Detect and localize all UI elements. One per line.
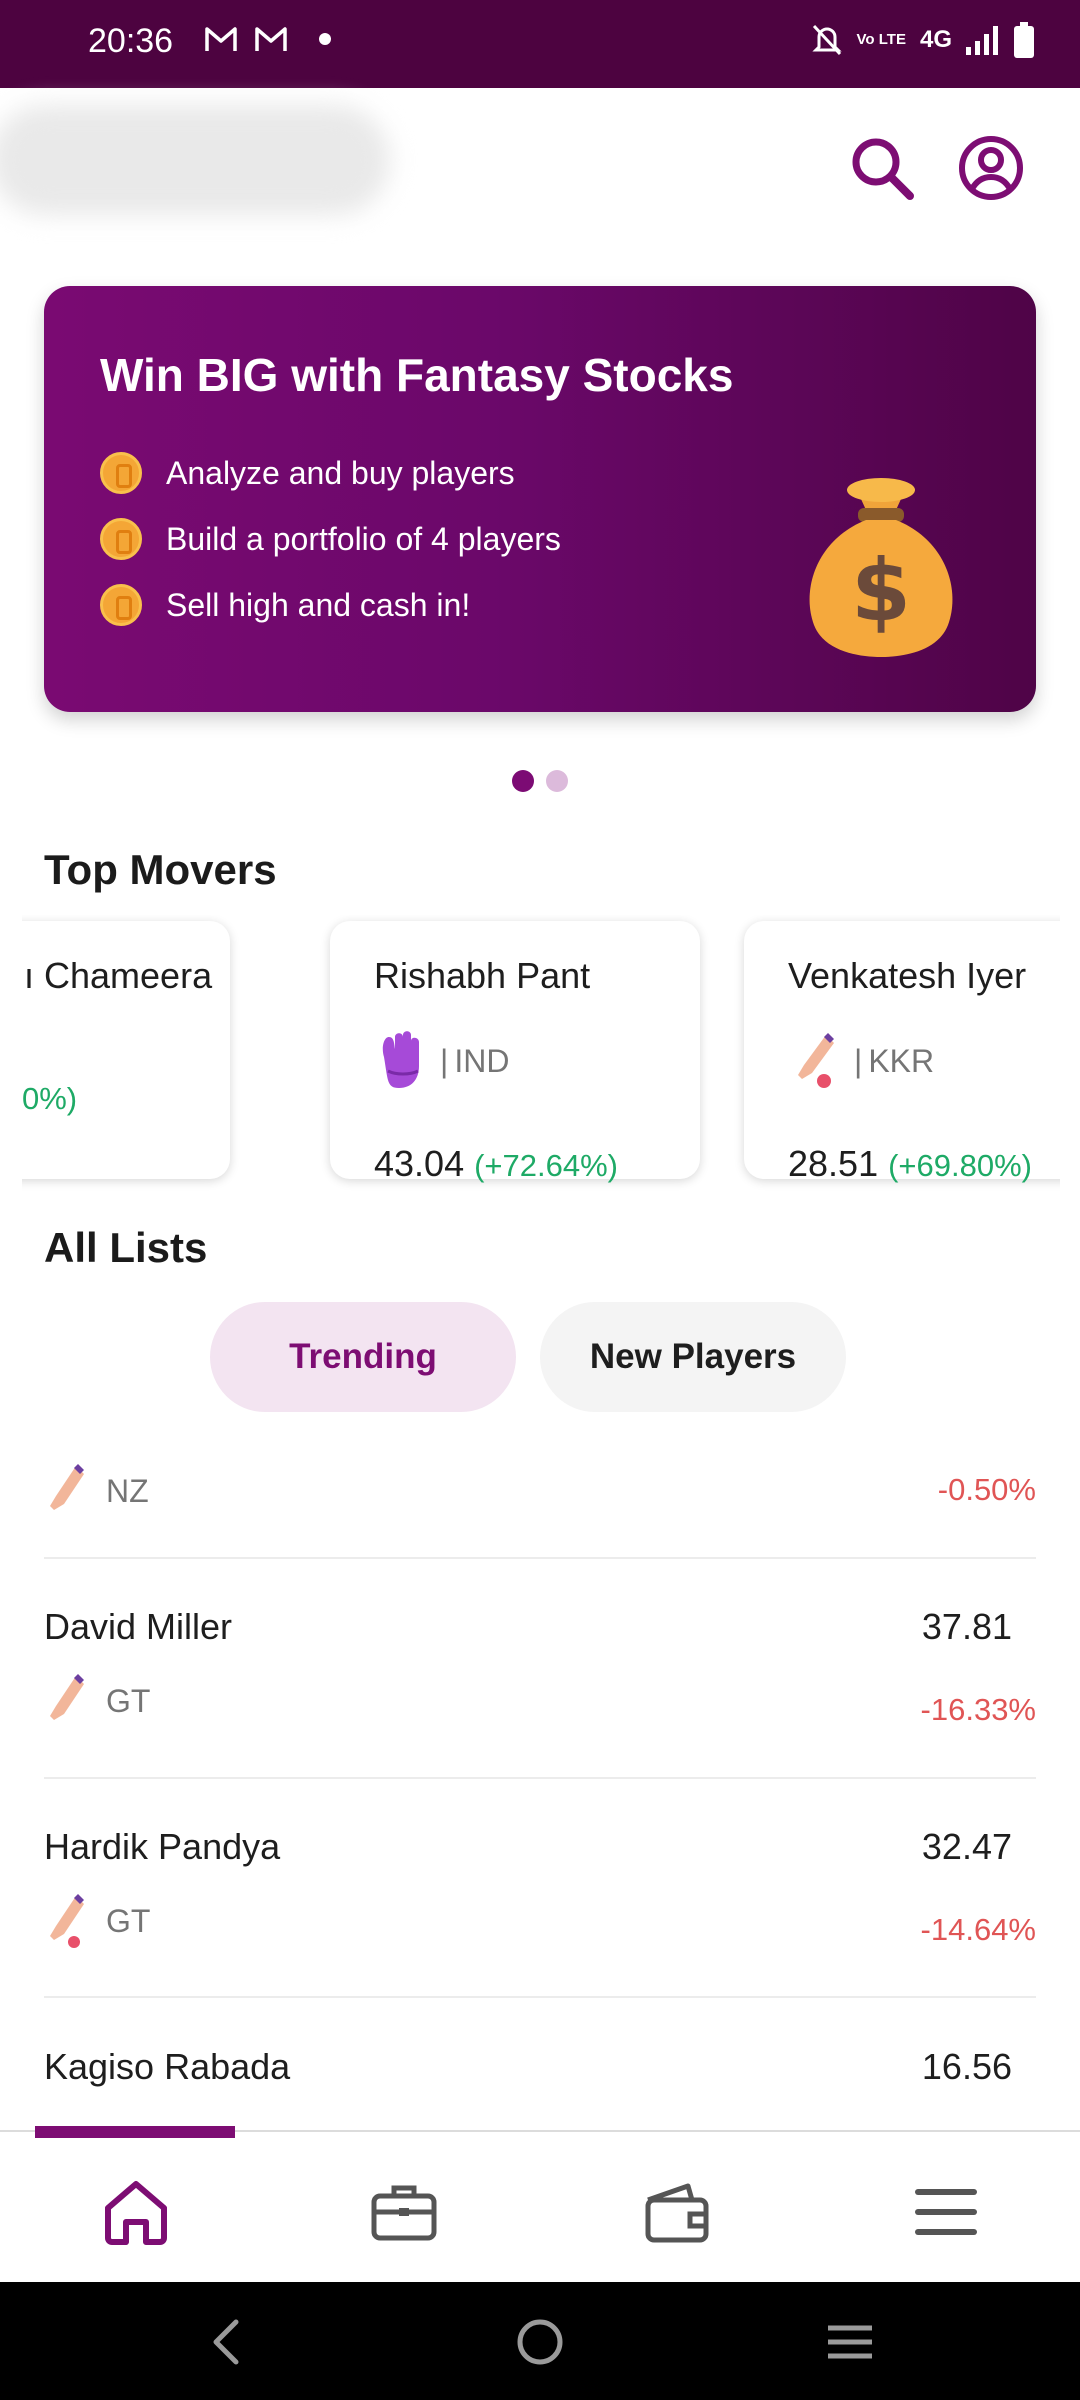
system-navigation-bar <box>0 2282 1080 2400</box>
row-player-name: Kagiso Rabada <box>44 2046 291 2087</box>
row-meta: GT <box>44 1892 150 1950</box>
list-item[interactable]: NZ -0.50% <box>44 1462 1036 1542</box>
row-meta: GT <box>44 1672 150 1730</box>
mover-card[interactable]: ı Chameera 0%) <box>22 921 230 1179</box>
banner-title: Win BIG with Fantasy Stocks <box>100 349 734 401</box>
all-lists-title: All Lists <box>44 1224 208 1271</box>
row-change: -0.50% <box>937 1472 1036 1507</box>
banner-point: Sell high and cash in! <box>100 584 470 626</box>
wicketkeeper-gloves-icon <box>382 1031 419 1088</box>
divider <box>44 1557 1036 1559</box>
list-item[interactable]: Hardik Pandya 32.47 GT -14.64% <box>44 1826 1036 2006</box>
mover-price-row: 43.04 (+72.64%) <box>374 1143 618 1185</box>
home-circle-icon[interactable] <box>508 2310 572 2374</box>
row-player-name: Hardik Pandya <box>44 1826 281 1867</box>
row-meta: NZ <box>44 1462 149 1520</box>
svg-text:$: $ <box>851 541 911 641</box>
money-bag-icon: $ <box>809 478 953 657</box>
row-team: NZ <box>106 1472 149 1509</box>
status-bar: 20:36 Vo LTE 4G <box>0 0 1080 88</box>
bat-ball-icon <box>798 1033 834 1088</box>
mover-name: Rishabh Pant <box>374 955 591 996</box>
top-movers-title: Top Movers <box>44 846 277 893</box>
top-movers-carousel[interactable]: ı Chameera 0%) Rishabh Pant | IND 43.04 (… <box>22 915 1060 1193</box>
home-icon[interactable] <box>96 2172 176 2252</box>
row-team: GT <box>106 1682 151 1719</box>
banner-point: Build a portfolio of 4 players <box>100 518 561 560</box>
mover-team: | IND <box>374 1031 509 1091</box>
row-player-name: David Miller <box>44 1606 233 1647</box>
row-price: 32.47 <box>921 1826 1012 1867</box>
active-tab-indicator <box>35 2126 235 2138</box>
gmail-icon <box>255 27 287 51</box>
coin-icon <box>100 584 142 626</box>
mover-price-row: 28.51 (+69.80%) <box>788 1143 1032 1185</box>
briefcase-icon[interactable] <box>364 2172 444 2252</box>
mover-price: 43.04 <box>374 1143 465 1184</box>
banner-point: Analyze and buy players <box>100 452 515 494</box>
battery-icon <box>1014 22 1034 58</box>
row-change: -14.64% <box>920 1912 1036 1947</box>
tab-trending[interactable]: Trending <box>210 1302 516 1412</box>
search-icon[interactable] <box>846 132 918 204</box>
account-circle-icon[interactable] <box>955 132 1027 204</box>
tab-new-players[interactable]: New Players <box>540 1302 846 1412</box>
mover-card[interactable]: Rishabh Pant | IND 43.04 (+72.64%) <box>330 921 700 1184</box>
mover-change: 0%) <box>22 1081 78 1116</box>
banner-pagination <box>0 770 1080 792</box>
mover-name: Venkatesh Iyer <box>788 955 1027 996</box>
network-type: 4G <box>919 26 952 53</box>
gmail-icon <box>205 27 237 51</box>
mover-team: | KKR <box>788 1031 934 1091</box>
bat-icon <box>50 1464 84 1510</box>
recents-icon[interactable] <box>818 2310 882 2374</box>
promo-banner[interactable]: Win BIG with Fantasy Stocks Analyze and … <box>44 286 1036 712</box>
app-logo <box>0 105 390 215</box>
mover-price: 28.51 <box>788 1143 879 1184</box>
menu-icon[interactable] <box>906 2172 986 2252</box>
signal-icon <box>966 26 998 55</box>
bat-ball-icon <box>50 1894 84 1948</box>
row-change: -16.33% <box>920 1692 1036 1727</box>
row-price: 37.81 <box>921 1606 1012 1647</box>
coin-icon <box>100 518 142 560</box>
pagination-dot[interactable] <box>546 770 568 792</box>
row-team: GT <box>106 1902 151 1939</box>
wallet-icon[interactable] <box>636 2172 716 2252</box>
mover-card[interactable]: Venkatesh Iyer | KKR 28.51 (+69.80%) <box>744 921 1060 1184</box>
row-price: 16.56 <box>921 2046 1012 2087</box>
volte-icon: Vo LTE <box>856 31 906 48</box>
status-time: 20:36 <box>88 22 174 60</box>
back-icon[interactable] <box>196 2310 260 2374</box>
mover-change: (+72.64%) <box>474 1148 618 1183</box>
bat-icon <box>50 1674 84 1720</box>
mover-name: ı Chameera <box>24 955 213 996</box>
pagination-dot-active[interactable] <box>512 770 534 792</box>
notification-dot <box>319 33 331 45</box>
bell-off-icon <box>811 24 842 56</box>
divider <box>44 1996 1036 1998</box>
divider <box>44 1777 1036 1779</box>
bottom-navigation <box>0 2126 1080 2282</box>
list-item[interactable]: Kagiso Rabada 16.56 <box>44 2046 1036 2126</box>
list-item[interactable]: David Miller 37.81 GT -16.33% <box>44 1606 1036 1786</box>
coin-icon <box>100 452 142 494</box>
mover-change: (+69.80%) <box>888 1148 1032 1183</box>
